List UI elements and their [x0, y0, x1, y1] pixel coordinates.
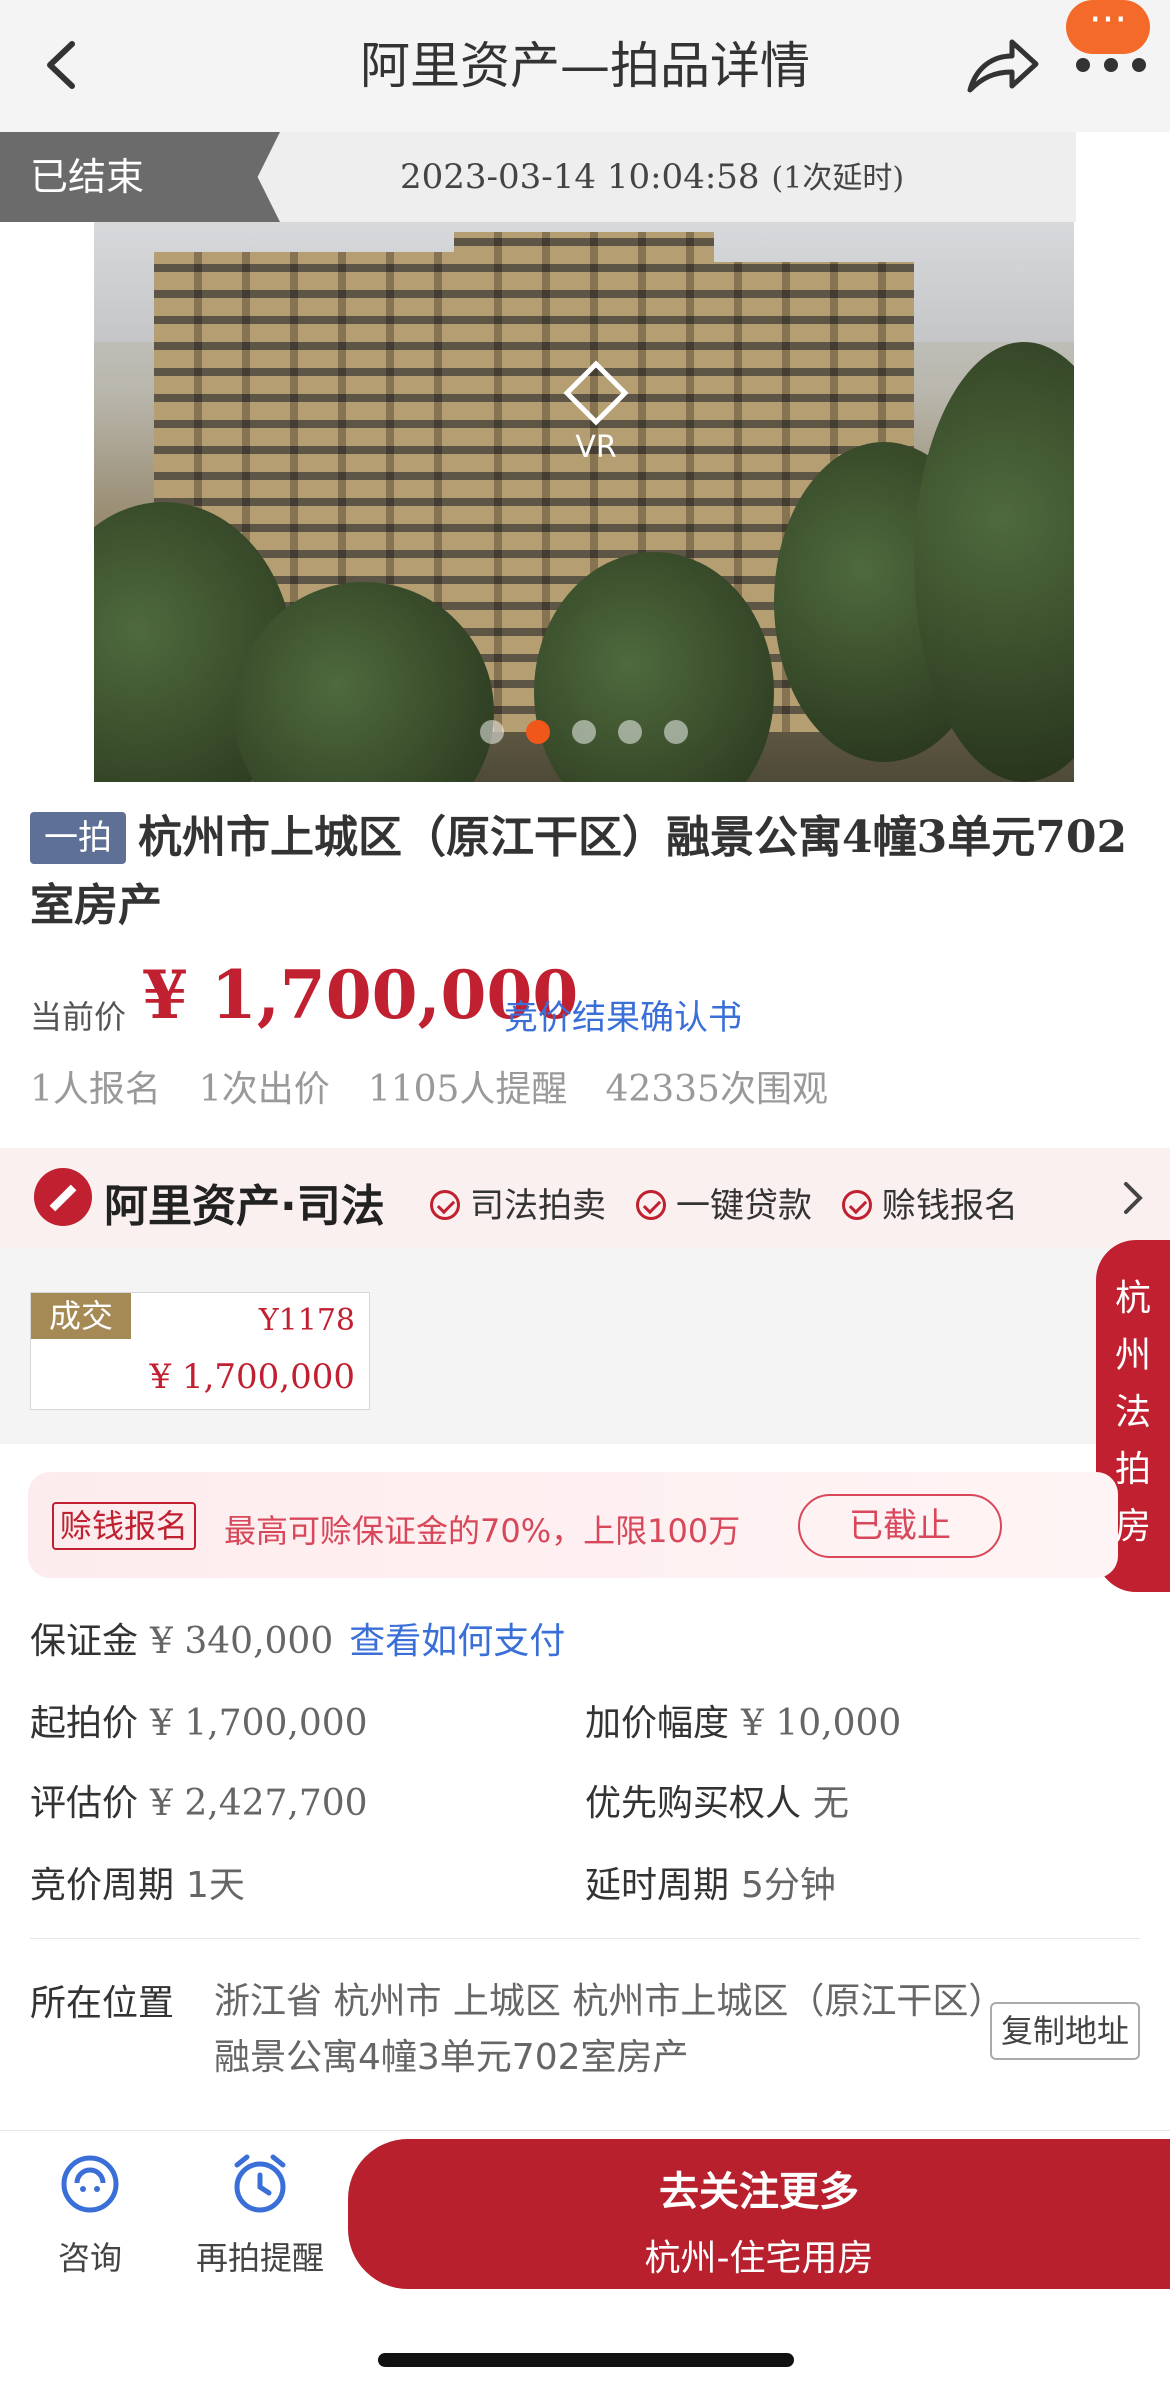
consult-label: 咨询 [57, 2239, 122, 2277]
delay-period-value: 5分钟 [741, 1865, 836, 1906]
cta-sub-label: 杭州-住宅用房 [644, 2238, 874, 2279]
ali-judicial-bar[interactable]: 阿里资产·司法 司法拍卖 一键贷款 赊钱报名 [0, 1148, 1170, 1248]
side-tab-char: 杭 [1114, 1278, 1151, 1319]
deposit-value: ¥ 340,000 [150, 1621, 334, 1662]
end-time-value: 2023-03-14 10:04:58 [400, 157, 760, 197]
feature-label: 一键贷款 [676, 1186, 812, 1226]
increment-label: 加价幅度 [585, 1703, 730, 1744]
deal-record-card: 成交 Y1178 ¥ 1,700,000 [30, 1292, 370, 1410]
bid-period-value: 1天 [186, 1865, 245, 1906]
carousel-dot[interactable] [572, 720, 596, 744]
bid-count: 1次出价 [198, 1069, 330, 1110]
deal-tag: 成交 [31, 1293, 131, 1339]
reminder-count: 1105人提醒 [367, 1069, 568, 1110]
side-tab-char: 州 [1114, 1335, 1151, 1376]
carousel-dots [94, 720, 1074, 748]
vr-button[interactable]: VR [556, 360, 636, 465]
price-label: 当前价 [30, 998, 127, 1036]
customer-service-icon [61, 2155, 119, 2213]
home-indicator [378, 2353, 794, 2367]
appraisal-value: ¥ 2,427,700 [150, 1783, 368, 1824]
priority-value: 无 [813, 1783, 850, 1824]
promo-text: 最高可赊保证金的70%，上限100万 [224, 1512, 741, 1550]
bidder-code: Y1178 [258, 1303, 355, 1338]
feature-judicial-auction: 司法拍卖 [430, 1178, 606, 1227]
how-to-pay-link[interactable]: 查看如何支付 [349, 1621, 565, 1662]
cta-main-label: 去关注更多 [659, 2169, 859, 2215]
check-circle-icon [430, 1189, 460, 1220]
alarm-clock-icon [234, 2154, 286, 2213]
auction-stats: 1人报名 1次出价 1105人提醒 42335次围观 [30, 1060, 866, 1112]
deal-price: ¥ 1,700,000 [149, 1357, 355, 1397]
start-price-row: 起拍价 ¥ 1,700,000 [30, 1694, 368, 1746]
credit-signup-promo: 赊钱报名 最高可赊保证金的70%，上限100万 已截止 [28, 1472, 1118, 1578]
increment-value: ¥ 10,000 [741, 1703, 902, 1744]
vr-icon [563, 360, 629, 426]
feature-label: 司法拍卖 [470, 1186, 606, 1226]
end-time: 2023-03-14 10:04:58 (1次延时) [400, 132, 904, 224]
bid-period-label: 竞价周期 [30, 1865, 175, 1906]
follow-more-button[interactable]: 去关注更多 杭州-住宅用房 [348, 2139, 1170, 2289]
extension-count: (1次延时) [771, 161, 905, 196]
divider [30, 1938, 1140, 1939]
check-circle-icon [842, 1189, 872, 1220]
side-tab-char: 法 [1114, 1392, 1151, 1433]
priority-label: 优先购买权人 [585, 1783, 802, 1824]
property-photo-carousel[interactable]: VR [94, 222, 1074, 782]
deposit-label: 保证金 [30, 1621, 139, 1662]
carousel-dot[interactable] [480, 720, 504, 744]
consult-button[interactable]: 咨询 [40, 2153, 140, 2279]
check-circle-icon [636, 1189, 666, 1220]
promo-tag: 赊钱报名 [52, 1502, 197, 1550]
ali-brand: 阿里资产·司法 [104, 1181, 385, 1232]
ali-logo-icon [34, 1168, 92, 1226]
location-value: 浙江省 杭州市 上城区 杭州市上城区（原江干区）融景公寓4幢3单元702室房产 [214, 1981, 987, 2078]
feature-credit-signup: 赊钱报名 [842, 1178, 1018, 1227]
promo-status-button[interactable]: 已截止 [798, 1494, 1002, 1558]
auction-status-bar: 已结束 2023-03-14 10:04:58 (1次延时) [0, 132, 1076, 222]
delay-period-label: 延时周期 [585, 1865, 730, 1906]
carousel-dot[interactable] [664, 720, 688, 744]
bottom-action-bar: 咨询 再拍提醒 去关注更多 杭州-住宅用房 [0, 2130, 1170, 2292]
signup-count: 1人报名 [30, 1069, 161, 1110]
result-confirmation-link[interactable]: 竞价结果确认书 [504, 990, 742, 1039]
share-button[interactable] [962, 30, 1042, 100]
bid-period-row: 竞价周期 1天 [30, 1856, 245, 1908]
bid-record-section: 成交 Y1178 ¥ 1,700,000 [0, 1248, 1170, 1444]
more-dots-icon [1076, 54, 1146, 74]
appraisal-label: 评估价 [30, 1783, 139, 1824]
increment-row: 加价幅度 ¥ 10,000 [585, 1694, 901, 1746]
nav-header: 阿里资产—拍品详情 ··· [0, 0, 1170, 132]
view-count: 42335次围观 [605, 1069, 828, 1110]
start-price-label: 起拍价 [30, 1703, 139, 1744]
feature-loan: 一键贷款 [636, 1178, 812, 1227]
share-icon [967, 39, 1039, 93]
round-tag: 一拍 [30, 812, 126, 864]
copy-address-button[interactable]: 复制地址 [990, 2002, 1140, 2060]
remind-button[interactable]: 再拍提醒 [190, 2153, 330, 2279]
priority-row: 优先购买权人无 [585, 1774, 849, 1826]
start-price-value: ¥ 1,700,000 [150, 1703, 368, 1744]
carousel-dot[interactable] [618, 720, 642, 744]
vr-label: VR [575, 430, 617, 465]
remind-label: 再拍提醒 [195, 2239, 324, 2277]
lot-title: 杭州市上城区（原江干区）融景公寓4幢3单元702室房产 [30, 812, 1128, 931]
chevron-right-icon [1124, 1182, 1143, 1214]
location-label: 所在位置 [30, 1983, 175, 2024]
message-bubble-icon: ··· [1066, 0, 1150, 54]
delay-period-row: 延时周期 5分钟 [585, 1856, 836, 1908]
carousel-dot-active[interactable] [526, 720, 550, 744]
more-menu-button[interactable]: ··· [1066, 0, 1150, 76]
deposit-row: 保证金 ¥ 340,000 查看如何支付 [30, 1612, 565, 1664]
status-tag: 已结束 [0, 132, 280, 222]
feature-label: 赊钱报名 [882, 1186, 1018, 1226]
appraisal-row: 评估价 ¥ 2,427,700 [30, 1774, 368, 1826]
